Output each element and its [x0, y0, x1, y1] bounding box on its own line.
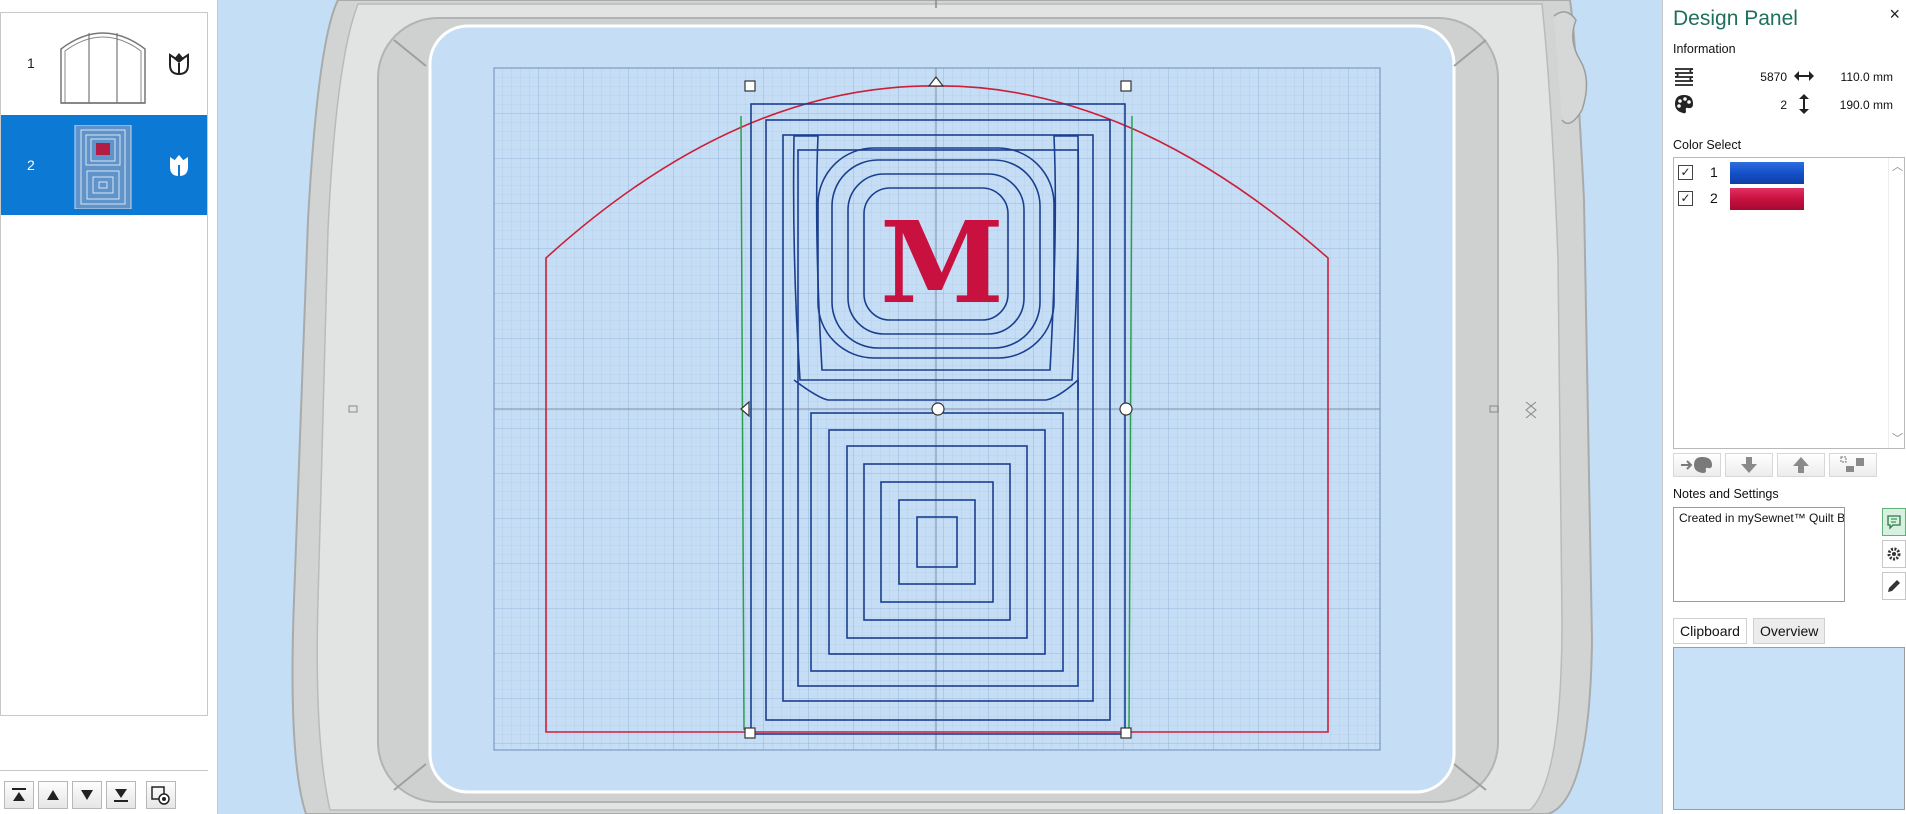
design-list-panel: 1 2	[0, 0, 218, 814]
height-icon	[1799, 94, 1809, 114]
move-to-top-icon	[12, 788, 26, 801]
move-to-bottom-button[interactable]	[106, 781, 136, 809]
design-number: 1	[27, 55, 35, 71]
color-select-label: Color Select	[1673, 138, 1742, 152]
color-count-value: 2	[1780, 98, 1787, 112]
resize-handle-bottom-left	[744, 727, 756, 739]
rotate-handle	[1119, 402, 1133, 416]
color-list-scrollbar[interactable]: ︿ ﹀	[1888, 158, 1904, 448]
settings-icon	[1887, 547, 1901, 561]
color-checkbox-1[interactable]: ✓	[1678, 165, 1693, 180]
resize-handle-top-right	[1120, 80, 1132, 92]
information-label: Information	[1673, 42, 1736, 56]
move-to-top-button[interactable]	[4, 781, 34, 809]
design-panel: Design Panel × Information 5870 110.0 mm…	[1662, 0, 1906, 814]
move-down-icon	[81, 790, 93, 800]
design-number: 2	[27, 157, 35, 173]
scroll-down-icon[interactable]: ﹀	[1892, 430, 1903, 446]
move-up-button[interactable]	[38, 781, 68, 809]
clipboard-area	[1673, 647, 1905, 810]
move-up-icon	[47, 790, 59, 800]
design-item-1[interactable]: 1	[1, 13, 207, 113]
scroll-up-icon[interactable]: ︿	[1892, 158, 1903, 174]
move-color-down-icon	[1741, 457, 1757, 473]
color-number: 1	[1710, 164, 1718, 180]
panel-title: Design Panel	[1673, 7, 1798, 30]
palette-icon	[1675, 95, 1693, 114]
move-down-button[interactable]	[72, 781, 102, 809]
edit-button[interactable]	[1882, 572, 1906, 600]
center-handle	[931, 402, 945, 416]
notes-settings-label: Notes and Settings	[1673, 487, 1779, 501]
color-number: 2	[1710, 190, 1718, 206]
move-to-bottom-icon	[114, 789, 128, 802]
color-select-list: ✓ 1 ✓ 2 ︿ ﹀	[1673, 157, 1905, 449]
color-checkbox-2[interactable]: ✓	[1678, 191, 1693, 206]
group-colors-button[interactable]	[1829, 453, 1877, 477]
stitch-count-value: 5870	[1760, 70, 1787, 84]
height-value: 190.0 mm	[1839, 98, 1893, 112]
tulip-filled-icon[interactable]	[165, 151, 193, 179]
view-design-icon	[151, 786, 170, 805]
resize-handle-top-left	[744, 80, 756, 92]
settings-button[interactable]	[1882, 540, 1906, 568]
design-item-2[interactable]: 2	[1, 115, 207, 215]
apply-color-button[interactable]	[1673, 453, 1721, 477]
view-design-button[interactable]	[146, 781, 176, 809]
tulip-outline-icon[interactable]	[165, 49, 193, 77]
group-colors-icon	[1840, 456, 1864, 472]
close-icon[interactable]: ×	[1889, 4, 1900, 25]
move-color-up-icon	[1793, 457, 1809, 473]
notes-icon	[1887, 515, 1901, 530]
app-window: 1 2 M Design Panel × Information 5870 11…	[0, 0, 1906, 814]
color-row-1[interactable]: ✓ 1	[1674, 160, 1886, 186]
color-swatch-blue[interactable]	[1730, 162, 1804, 184]
notes-button[interactable]	[1882, 508, 1906, 536]
monogram-letter: M	[880, 198, 1004, 329]
quilt-block-thumbnail	[74, 125, 132, 209]
color-swatch-red[interactable]	[1730, 188, 1804, 210]
design-list: 1 2	[0, 12, 208, 716]
move-color-down-button[interactable]	[1725, 453, 1773, 477]
color-row-2[interactable]: ✓ 2	[1674, 186, 1886, 212]
design-order-toolbar	[0, 770, 208, 814]
arch-window-thumbnail	[53, 23, 153, 107]
stitch-count-icon	[1674, 68, 1694, 86]
move-color-up-button[interactable]	[1777, 453, 1825, 477]
apply-color-icon	[1681, 457, 1712, 473]
hoop-workspace: M	[291, 0, 1594, 814]
tab-clipboard[interactable]: Clipboard	[1673, 618, 1747, 644]
design-canvas[interactable]: M	[218, 0, 1662, 814]
width-value: 110.0 mm	[1840, 70, 1893, 84]
edit-icon	[1888, 580, 1900, 592]
tab-overview[interactable]: Overview	[1753, 618, 1826, 644]
resize-handle-bottom-right	[1120, 727, 1132, 739]
notes-textarea[interactable]: Created in mySewnet™ Quilt Block	[1673, 507, 1845, 602]
width-icon	[1794, 71, 1814, 81]
